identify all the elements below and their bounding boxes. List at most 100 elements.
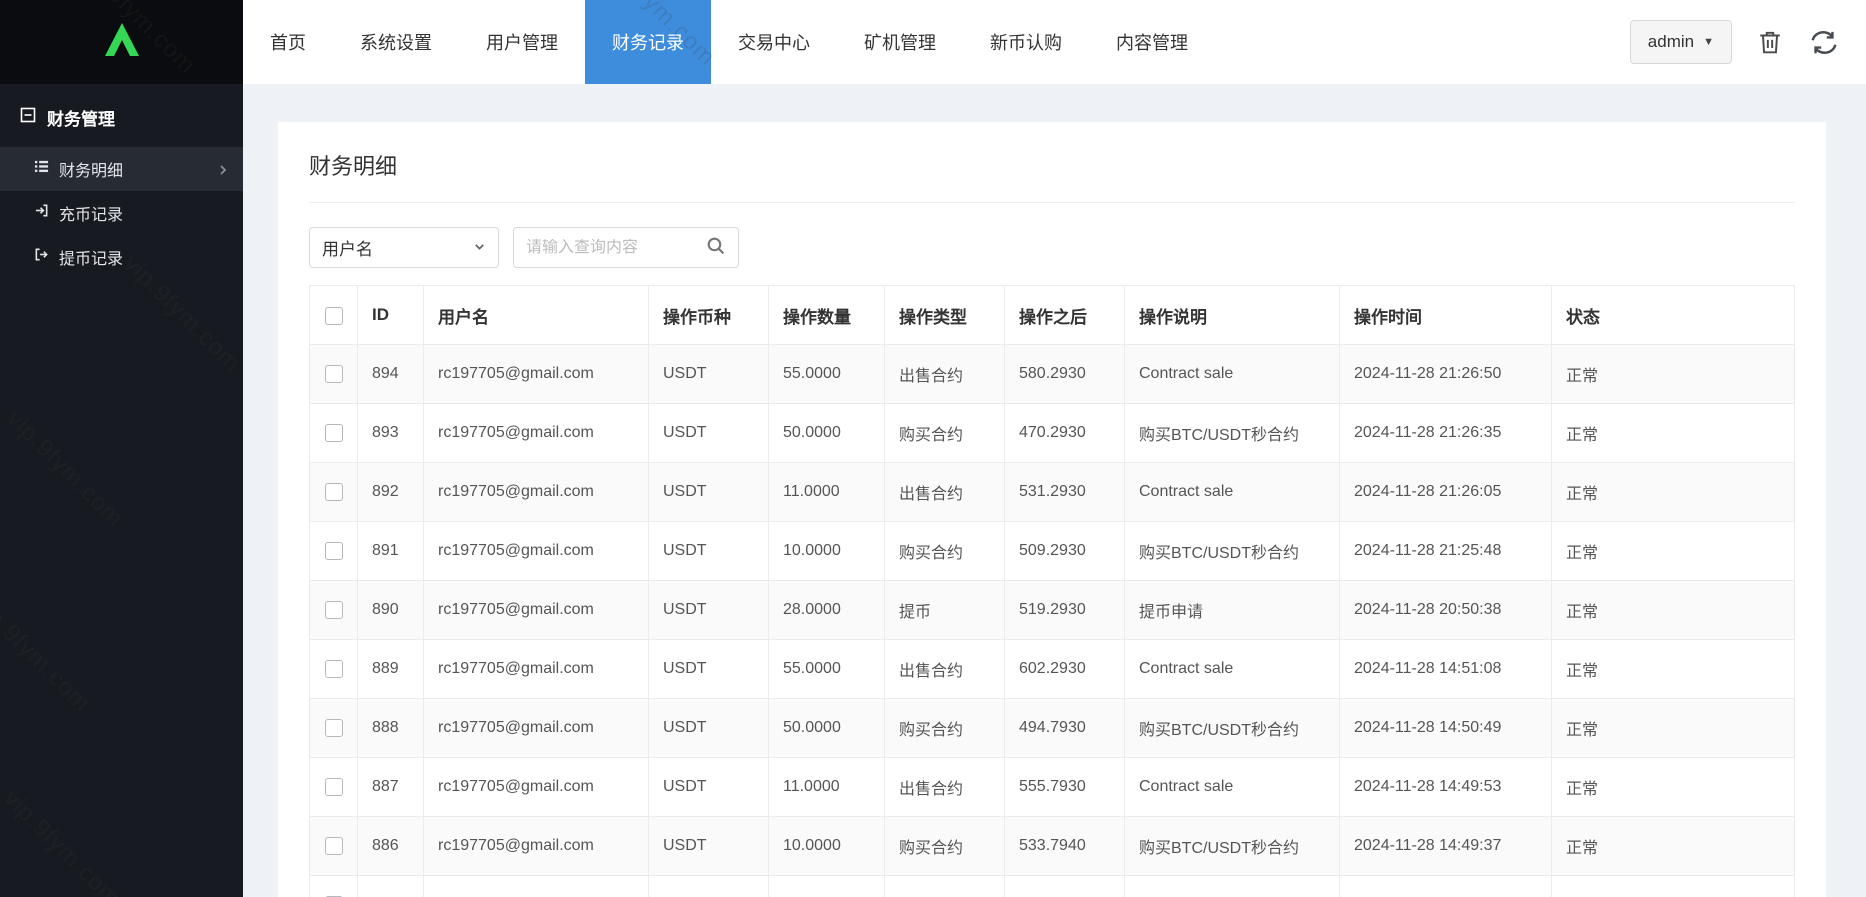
finance-table: ID用户名操作币种操作数量操作类型操作之后操作说明操作时间状态 894rc197… <box>309 285 1795 897</box>
nav-item-finance-records[interactable]: 财务记录 <box>585 0 711 84</box>
sidebar-item-withdraw-records[interactable]: 提币记录 <box>0 235 243 279</box>
top-bar: 首页 系统设置 用户管理 财务记录 交易中心 矿机管理 新币认购 内容管理 ad… <box>0 0 1866 84</box>
table-cell: rc197705@gmail.com <box>424 876 649 897</box>
table-cell: USDT <box>649 345 769 404</box>
table-row: 885rc197705@gmail.comUSDT55.0000出售合约580.… <box>310 876 1795 897</box>
table-cell: 2024-11-28 14:48:20 <box>1340 876 1552 897</box>
table-cell: 购买BTC/USDT秒合约 <box>1125 699 1340 758</box>
table-cell: USDT <box>649 758 769 817</box>
sidebar-item-finance-detail[interactable]: 财务明细 <box>0 147 243 191</box>
row-checkbox[interactable] <box>325 660 343 678</box>
table-cell: 正常 <box>1552 876 1795 897</box>
sidebar-section-finance[interactable]: 财务管理 <box>0 84 243 147</box>
table-cell: 10.0000 <box>769 817 885 876</box>
table-cell: 购买BTC/USDT秒合约 <box>1125 522 1340 581</box>
row-checkbox-cell <box>310 758 358 817</box>
table-cell: rc197705@gmail.com <box>424 581 649 640</box>
table-cell: 正常 <box>1552 522 1795 581</box>
table-cell: 494.7930 <box>1005 699 1125 758</box>
table-cell: 出售合约 <box>885 876 1005 897</box>
table-cell: 580.7940 <box>1005 876 1125 897</box>
table-cell: 正常 <box>1552 463 1795 522</box>
table-row: 887rc197705@gmail.comUSDT11.0000出售合约555.… <box>310 758 1795 817</box>
row-checkbox-cell <box>310 522 358 581</box>
table-cell: 2024-11-28 14:51:08 <box>1340 640 1552 699</box>
header-checkbox-cell <box>310 286 358 345</box>
row-checkbox[interactable] <box>325 837 343 855</box>
list-icon <box>34 159 49 179</box>
table-cell: 50.0000 <box>769 699 885 758</box>
table-cell: USDT <box>649 522 769 581</box>
table-row: 893rc197705@gmail.comUSDT50.0000购买合约470.… <box>310 404 1795 463</box>
row-checkbox[interactable] <box>325 601 343 619</box>
table-cell: 提币 <box>885 581 1005 640</box>
caret-down-icon: ▼ <box>1703 36 1714 48</box>
table-cell: USDT <box>649 404 769 463</box>
table-cell: rc197705@gmail.com <box>424 758 649 817</box>
table-cell: 509.2930 <box>1005 522 1125 581</box>
nav-item-miner-management[interactable]: 矿机管理 <box>837 0 963 84</box>
page-title: 财务明细 <box>309 122 1795 203</box>
search-icon[interactable] <box>705 235 726 261</box>
search-box <box>513 227 739 268</box>
chevron-down-icon <box>473 238 486 258</box>
nav-item-user-management[interactable]: 用户管理 <box>459 0 585 84</box>
nav-item-system-settings[interactable]: 系统设置 <box>333 0 459 84</box>
table-cell: 893 <box>358 404 424 463</box>
table-cell: USDT <box>649 463 769 522</box>
nav-item-trade-center[interactable]: 交易中心 <box>711 0 837 84</box>
row-checkbox[interactable] <box>325 778 343 796</box>
table-cell: 购买BTC/USDT秒合约 <box>1125 817 1340 876</box>
table-cell: 602.2930 <box>1005 640 1125 699</box>
column-header: 操作数量 <box>769 286 885 345</box>
table-cell: USDT <box>649 876 769 897</box>
table-cell: 55.0000 <box>769 345 885 404</box>
row-checkbox-cell <box>310 876 358 897</box>
column-header: 操作之后 <box>1005 286 1125 345</box>
table-row: 892rc197705@gmail.comUSDT11.0000出售合约531.… <box>310 463 1795 522</box>
logo[interactable] <box>0 0 243 84</box>
table-cell: USDT <box>649 640 769 699</box>
nav-item-newcoin-subscribe[interactable]: 新币认购 <box>963 0 1089 84</box>
nav-item-content-management[interactable]: 内容管理 <box>1089 0 1215 84</box>
sidebar-item-deposit-records[interactable]: 充币记录 <box>0 191 243 235</box>
row-checkbox[interactable] <box>325 542 343 560</box>
table-cell: 购买合约 <box>885 817 1005 876</box>
sidebar: 财务管理 财务明细 充币记录 提币记录 <box>0 84 243 897</box>
table-cell: 55.0000 <box>769 876 885 897</box>
search-input[interactable] <box>526 239 697 257</box>
table-cell: 887 <box>358 758 424 817</box>
table-cell: 890 <box>358 581 424 640</box>
table-cell: 531.2930 <box>1005 463 1125 522</box>
table-cell: 2024-11-28 21:26:50 <box>1340 345 1552 404</box>
row-checkbox[interactable] <box>325 365 343 383</box>
deposit-icon <box>34 203 49 223</box>
table-cell: 889 <box>358 640 424 699</box>
sidebar-item-label: 充币记录 <box>59 201 123 225</box>
admin-dropdown-button[interactable]: admin ▼ <box>1630 20 1732 64</box>
column-header: 操作类型 <box>885 286 1005 345</box>
table-cell: 提币申请 <box>1125 581 1340 640</box>
select-value: 用户名 <box>322 235 373 260</box>
table-cell: 正常 <box>1552 640 1795 699</box>
select-all-checkbox[interactable] <box>325 307 343 325</box>
row-checkbox[interactable] <box>325 719 343 737</box>
row-checkbox[interactable] <box>325 424 343 442</box>
table-cell: Contract sale <box>1125 876 1340 897</box>
table-cell: rc197705@gmail.com <box>424 404 649 463</box>
table-cell: Contract sale <box>1125 640 1340 699</box>
trash-icon[interactable] <box>1758 29 1782 55</box>
nav-item-home[interactable]: 首页 <box>243 0 333 84</box>
column-header: 操作时间 <box>1340 286 1552 345</box>
table-cell: 555.7930 <box>1005 758 1125 817</box>
table-cell: rc197705@gmail.com <box>424 817 649 876</box>
table-cell: 10.0000 <box>769 522 885 581</box>
table-cell: 购买合约 <box>885 699 1005 758</box>
table-cell: 891 <box>358 522 424 581</box>
row-checkbox[interactable] <box>325 483 343 501</box>
table-cell: 出售合约 <box>885 758 1005 817</box>
refresh-icon[interactable] <box>1808 29 1840 56</box>
main-area: 财务明细 用户名 <box>243 84 1866 897</box>
table-cell: 购买BTC/USDT秒合约 <box>1125 404 1340 463</box>
username-filter-select[interactable]: 用户名 <box>309 227 499 268</box>
